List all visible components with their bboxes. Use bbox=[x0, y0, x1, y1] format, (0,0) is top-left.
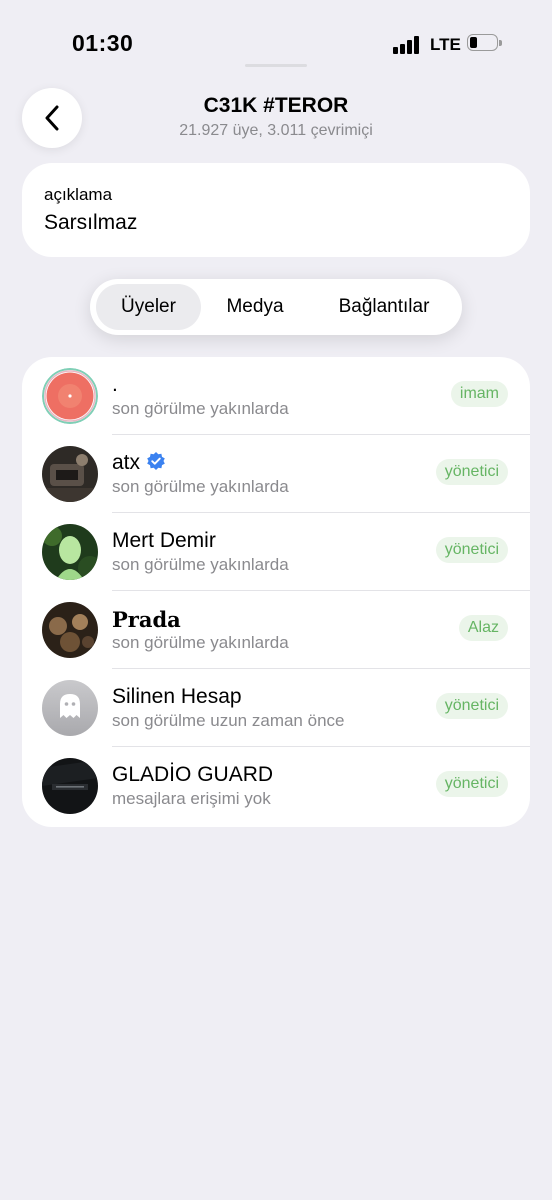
list-item[interactable]: Prada son görülme yakınlarda Alaz bbox=[22, 591, 530, 669]
chevron-left-icon bbox=[45, 105, 59, 131]
members-list: . son görülme yakınlarda imam atx son gö… bbox=[22, 357, 530, 827]
member-name: GLADİO GUARD bbox=[112, 763, 274, 786]
signal-icon bbox=[393, 36, 421, 54]
member-status: son görülme uzun zaman önce bbox=[112, 711, 345, 730]
member-status: son görülme yakınlarda bbox=[112, 555, 289, 574]
role-badge: yönetici bbox=[435, 693, 508, 719]
status-time: 01:30 bbox=[72, 30, 134, 56]
member-name: Prada bbox=[112, 607, 181, 632]
avatar bbox=[42, 680, 98, 736]
role-badge: yönetici bbox=[435, 459, 508, 485]
role-badge: imam bbox=[450, 381, 508, 407]
list-item[interactable]: Silinen Hesap son görülme uzun zaman önc… bbox=[22, 669, 530, 747]
battery-icon bbox=[467, 34, 502, 53]
verified-badge-icon bbox=[147, 452, 165, 471]
back-button[interactable] bbox=[22, 88, 82, 148]
list-item[interactable]: GLADİO GUARD mesajlara erişimi yok yönet… bbox=[22, 747, 530, 825]
member-name: Silinen Hesap bbox=[112, 685, 242, 708]
pull-handle bbox=[245, 64, 307, 67]
tab-links[interactable]: Bağlantılar bbox=[312, 284, 456, 330]
status-bar: 01:30 LTE bbox=[0, 0, 552, 90]
member-name: atx bbox=[112, 451, 141, 474]
description-card[interactable]: açıklama Sarsılmaz bbox=[22, 163, 530, 257]
list-item[interactable]: Mert Demir son görülme yakınlarda yöneti… bbox=[22, 513, 530, 591]
role-badge: yönetici bbox=[435, 537, 508, 563]
ghost-icon bbox=[60, 694, 80, 718]
group-subtitle: 21.927 üye, 3.011 çevrimiçi bbox=[179, 122, 373, 139]
member-status: son görülme yakınlarda bbox=[112, 477, 289, 496]
member-status: mesajlara erişimi yok bbox=[112, 789, 271, 808]
avatar bbox=[42, 368, 98, 424]
avatar bbox=[42, 446, 98, 502]
avatar bbox=[42, 524, 98, 580]
tab-members[interactable]: Üyeler bbox=[96, 284, 201, 330]
avatar bbox=[42, 758, 98, 814]
list-item[interactable]: . son görülme yakınlarda imam bbox=[22, 357, 530, 435]
member-name: Mert Demir bbox=[112, 529, 216, 552]
role-badge: Alaz bbox=[458, 615, 508, 641]
description-label: açıklama bbox=[44, 185, 113, 204]
avatar bbox=[42, 602, 98, 658]
member-name-wrap: atx bbox=[112, 451, 166, 475]
member-name: . bbox=[112, 373, 118, 396]
description-value: Sarsılmaz bbox=[44, 211, 138, 234]
member-status: son görülme yakınlarda bbox=[112, 633, 289, 652]
segmented-tabs: Üyeler Medya Bağlantılar bbox=[90, 279, 462, 335]
list-item[interactable]: atx son görülme yakınlarda yönetici bbox=[22, 435, 530, 513]
group-title: C31K #TEROR bbox=[203, 94, 349, 117]
tab-media[interactable]: Medya bbox=[205, 284, 305, 330]
member-status: son görülme yakınlarda bbox=[112, 399, 289, 418]
role-badge: yönetici bbox=[435, 771, 508, 797]
network-type: LTE bbox=[430, 35, 461, 54]
